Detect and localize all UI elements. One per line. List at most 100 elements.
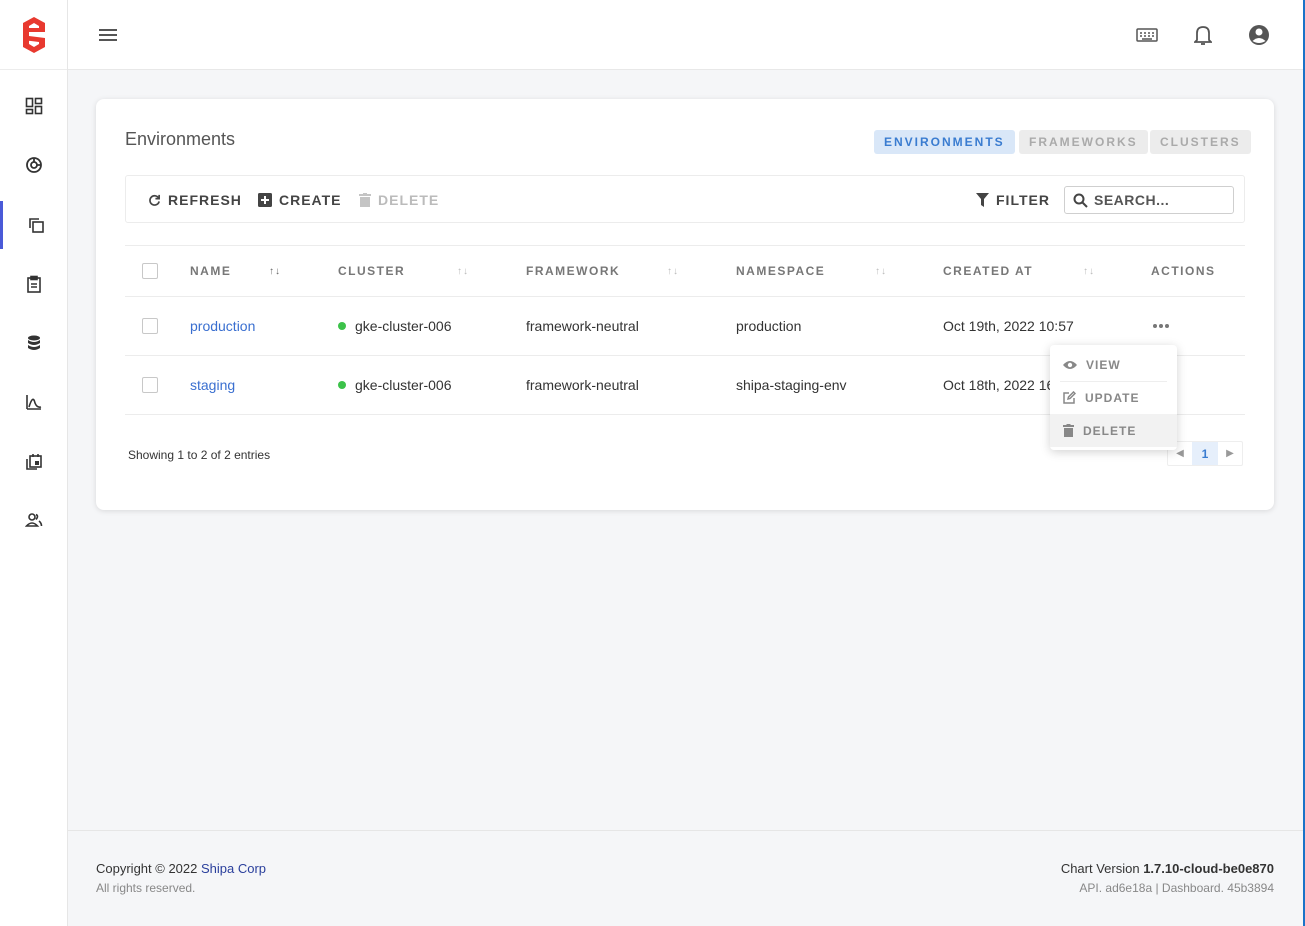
next-page-button[interactable]: ▶ xyxy=(1218,442,1242,465)
environment-name-link[interactable]: production xyxy=(190,297,255,355)
delete-label: DELETE xyxy=(378,192,440,208)
column-header-actions: ACTIONS xyxy=(1151,264,1216,278)
sort-created-at-icon[interactable]: ↑↓ xyxy=(1083,246,1095,296)
refresh-button[interactable]: REFRESH xyxy=(148,190,242,210)
sidebar-item-metrics[interactable] xyxy=(0,378,68,426)
edit-icon xyxy=(1063,391,1076,404)
sidebar xyxy=(0,0,68,926)
sidebar-item-environments[interactable] xyxy=(0,201,68,249)
column-header-framework[interactable]: FRAMEWORK xyxy=(526,246,620,296)
menu-item-update[interactable]: UPDATE xyxy=(1050,381,1177,414)
row-select-cell xyxy=(142,356,158,414)
column-header-name[interactable]: NAME xyxy=(190,246,231,296)
select-all-checkbox[interactable] xyxy=(142,263,158,279)
chart-version-value: 1.7.10-cloud-be0e870 xyxy=(1143,861,1274,876)
page-number-button[interactable]: 1 xyxy=(1192,442,1218,465)
framework-cell: framework-neutral xyxy=(526,318,639,334)
row-actions-menu: VIEW UPDATE DELETE xyxy=(1050,345,1177,450)
dashboard-icon xyxy=(25,97,43,115)
status-dot xyxy=(338,322,346,330)
more-dot-icon xyxy=(1165,324,1169,328)
refresh-icon xyxy=(149,194,160,206)
filter-label: FILTER xyxy=(996,192,1050,208)
sidebar-item-events[interactable] xyxy=(0,437,68,485)
column-header-cluster[interactable]: CLUSTER xyxy=(338,246,405,296)
footer-copyright: Copyright © 2022 Shipa Corp xyxy=(96,861,266,876)
trash-icon xyxy=(359,193,371,207)
add-box-icon xyxy=(258,193,272,207)
menu-toggle-button[interactable] xyxy=(92,19,124,51)
namespace-cell: shipa-staging-env xyxy=(736,377,847,393)
create-button[interactable]: CREATE xyxy=(258,190,342,210)
pagination: ◀ 1 ▶ xyxy=(1167,441,1243,466)
sidebar-item-dashboard[interactable] xyxy=(0,82,68,130)
more-dot-icon xyxy=(1153,324,1157,328)
sidebar-item-users[interactable] xyxy=(0,496,68,544)
cluster-cell: gke-cluster-006 xyxy=(338,297,452,355)
database-icon xyxy=(28,335,40,350)
notifications-button[interactable] xyxy=(1187,19,1219,51)
footer-chart-version: Chart Version 1.7.10-cloud-be0e870 xyxy=(1061,861,1274,876)
search-box[interactable] xyxy=(1064,186,1234,214)
table-toolbar: REFRESH CREATE DELETE FILTER xyxy=(125,175,1245,223)
cluster-cell: gke-cluster-006 xyxy=(338,356,452,414)
environment-name-link[interactable]: staging xyxy=(190,356,235,414)
clipboard-icon xyxy=(27,275,41,293)
pagination-summary: Showing 1 to 2 of 2 entries xyxy=(128,448,271,462)
trash-icon xyxy=(1063,424,1074,437)
sort-name-icon[interactable]: ↑↓ xyxy=(269,246,281,296)
select-all-cell xyxy=(142,246,158,296)
row-checkbox[interactable] xyxy=(142,318,158,334)
topbar xyxy=(68,0,1303,70)
sort-namespace-icon[interactable]: ↑↓ xyxy=(875,246,887,296)
tab-frameworks[interactable]: FRAMEWORKS xyxy=(1019,130,1148,154)
sort-cluster-icon[interactable]: ↑↓ xyxy=(457,246,469,296)
more-dot-icon xyxy=(1159,324,1163,328)
menu-item-delete-label: DELETE xyxy=(1083,423,1137,438)
sidebar-item-database[interactable] xyxy=(0,319,68,367)
sort-framework-icon[interactable]: ↑↓ xyxy=(667,246,679,296)
users-icon xyxy=(25,513,43,527)
footer-divider xyxy=(68,830,1303,831)
cluster-name: gke-cluster-006 xyxy=(355,377,452,393)
cluster-name: gke-cluster-006 xyxy=(355,318,452,334)
eye-icon xyxy=(1063,360,1077,369)
created-at-cell: Oct 18th, 2022 16 xyxy=(943,377,1055,393)
search-input[interactable] xyxy=(1094,192,1224,208)
menu-item-delete[interactable]: DELETE xyxy=(1050,414,1177,447)
column-header-created-at[interactable]: CREATED AT xyxy=(943,246,1033,296)
account-button[interactable] xyxy=(1243,19,1275,51)
filter-icon xyxy=(976,193,989,207)
shipa-logo-icon xyxy=(22,16,45,53)
footer-build-info: API. ad6e18a | Dashboard. 45b3894 xyxy=(1079,881,1274,895)
namespace-cell: production xyxy=(736,318,802,334)
keyboard-shortcuts-button[interactable] xyxy=(1131,19,1163,51)
menu-item-view-label: VIEW xyxy=(1086,357,1121,372)
filter-button[interactable]: FILTER xyxy=(976,190,1050,210)
create-label: CREATE xyxy=(279,192,342,208)
framework-cell: framework-neutral xyxy=(526,377,639,393)
chart-version-label: Chart Version xyxy=(1060,861,1140,876)
bell-icon xyxy=(1194,26,1212,45)
menu-item-view[interactable]: VIEW xyxy=(1050,348,1177,381)
sidebar-item-apps[interactable] xyxy=(0,141,68,189)
chart-icon xyxy=(26,395,42,410)
delete-button[interactable]: DELETE xyxy=(359,190,439,210)
tab-environments[interactable]: ENVIRONMENTS xyxy=(874,130,1015,154)
shipa-logo[interactable] xyxy=(0,0,67,70)
search-icon xyxy=(1073,193,1088,208)
tab-clusters[interactable]: CLUSTERS xyxy=(1150,130,1251,154)
status-dot xyxy=(338,381,346,389)
calendar-icon xyxy=(26,454,42,470)
environments-icon xyxy=(28,218,44,233)
apps-icon xyxy=(26,157,42,173)
row-checkbox[interactable] xyxy=(142,377,158,393)
sidebar-item-clipboard[interactable] xyxy=(0,260,68,308)
refresh-label: REFRESH xyxy=(168,192,242,208)
row-select-cell xyxy=(142,297,158,355)
company-link[interactable]: Shipa Corp xyxy=(201,861,266,876)
column-header-namespace[interactable]: NAMESPACE xyxy=(736,246,825,296)
account-icon xyxy=(1249,25,1269,45)
footer-rights: All rights reserved. xyxy=(96,881,196,895)
table-header-row: NAME ↑↓ CLUSTER ↑↓ FRAMEWORK ↑↓ NAMESPAC… xyxy=(125,245,1245,297)
